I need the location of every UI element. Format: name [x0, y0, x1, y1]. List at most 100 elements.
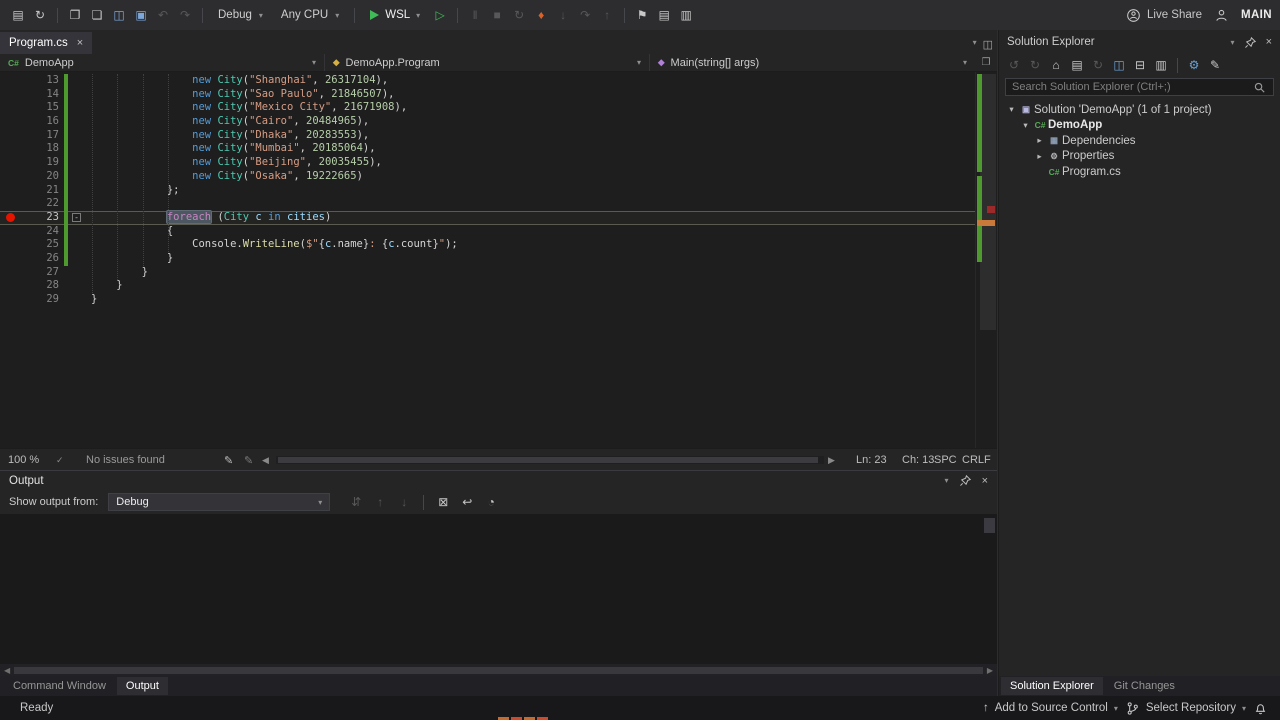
tree-item-dependencies[interactable]: ▸▦Dependencies	[999, 133, 1280, 149]
spaces-indicator[interactable]: SPC	[934, 449, 957, 471]
code-text[interactable]: new City("Cairo", 20484965),	[85, 115, 369, 129]
collapse-all-icon[interactable]: ⊟	[1130, 55, 1150, 75]
panel-tab-command-window[interactable]: Command Window	[4, 677, 115, 695]
window-position-chevron-icon[interactable]: ▾	[1231, 38, 1235, 47]
tab-list-chevron-icon[interactable]: ▾	[973, 38, 977, 51]
autoscroll-icon[interactable]: ◔	[481, 492, 501, 512]
output-hscroll-left-arrow[interactable]: ◀	[4, 666, 10, 675]
panel-tab-git-changes[interactable]: Git Changes	[1105, 677, 1184, 695]
expand-chevron-icon[interactable]: ▾	[1005, 104, 1018, 115]
save-icon[interactable]: ◫	[109, 5, 129, 25]
start-debugging-button[interactable]: WSL ▾	[362, 6, 428, 24]
solution-search-input[interactable]: Search Solution Explorer (Ctrl+;)	[1005, 78, 1274, 96]
clear-all-icon[interactable]: ⊠	[433, 492, 453, 512]
code-line-28[interactable]: 28 }	[0, 279, 975, 293]
expand-chevron-icon[interactable]: ▸	[1033, 151, 1046, 162]
tab-program-cs[interactable]: Program.cs ×	[0, 32, 92, 54]
track-changes-alt-icon[interactable]: ✎	[244, 449, 253, 471]
code-text[interactable]: new City("Mexico City", 21671908),	[85, 101, 407, 115]
properties-icon[interactable]: ⚙	[1184, 55, 1204, 75]
output-hscrollbar[interactable]: ◀ ▶	[0, 664, 997, 676]
document-outline-icon[interactable]: ❐	[975, 54, 997, 71]
hscroll-left-arrow[interactable]: ◀	[262, 449, 269, 471]
line-indicator[interactable]: Ln: 23	[856, 449, 887, 471]
tree-item-program-cs[interactable]: C#Program.cs	[999, 164, 1280, 180]
word-wrap-icon[interactable]: ↩	[457, 492, 477, 512]
switch-views-icon[interactable]: ▤	[1067, 55, 1087, 75]
save-all-icon[interactable]: ▣	[131, 5, 151, 25]
code-text[interactable]: new City("Mumbai", 20185064),	[85, 142, 376, 156]
code-line-13[interactable]: 13 new City("Shanghai", 26317104),	[0, 74, 975, 88]
split-window-icon[interactable]: ◫	[983, 38, 993, 51]
breakpoint-margin[interactable]	[0, 213, 20, 222]
debug-configuration-dropdown[interactable]: Debug ▾	[210, 6, 271, 24]
code-line-18[interactable]: 18 new City("Mumbai", 20185064),	[0, 142, 975, 156]
zoom-control[interactable]: 100 %	[8, 449, 39, 471]
more-commands-icon[interactable]: ▥	[676, 5, 696, 25]
code-line-27[interactable]: 27 }	[0, 266, 975, 280]
output-content[interactable]	[0, 514, 997, 664]
code-line-22[interactable]: 22	[0, 197, 975, 211]
code-line-15[interactable]: 15 new City("Mexico City", 21671908),	[0, 101, 975, 115]
code-text[interactable]: {	[85, 225, 173, 239]
pin-icon[interactable]	[958, 473, 973, 488]
tree-item-demoapp[interactable]: ▾C#DemoApp	[999, 118, 1280, 134]
code-text[interactable]: new City("Sao Paulo", 21846507),	[85, 88, 395, 102]
code-text[interactable]: Console.WriteLine($"{c.name}: {c.count}"…	[85, 238, 458, 252]
hscroll-thumb[interactable]	[278, 457, 818, 463]
collapse-region-icon[interactable]: -	[72, 213, 81, 222]
select-repository-button[interactable]: Select Repository ▾	[1125, 701, 1246, 716]
output-hscroll-thumb[interactable]	[14, 667, 983, 674]
code-editor[interactable]: 13 new City("Shanghai", 26317104),14 new…	[0, 72, 997, 448]
code-text[interactable]: new City("Osaka", 19222665)	[85, 170, 363, 184]
hot-reload-icon[interactable]: ♦	[531, 5, 551, 25]
tree-item-solution-demoapp-1-of-1-project[interactable]: ▾▣Solution 'DemoApp' (1 of 1 project)	[999, 102, 1280, 118]
account-icon[interactable]	[1214, 8, 1229, 23]
member-dropdown[interactable]: ◆ Main(string[] args) ▾	[650, 54, 975, 71]
code-line-16[interactable]: 16 new City("Cairo", 20484965),	[0, 115, 975, 129]
code-line-21[interactable]: 21 };	[0, 184, 975, 198]
code-line-25[interactable]: 25 Console.WriteLine($"{c.name}: {c.coun…	[0, 238, 975, 252]
code-text[interactable]: new City("Dhaka", 20283553),	[85, 129, 369, 143]
code-line-26[interactable]: 26 }	[0, 252, 975, 266]
tree-item-properties[interactable]: ▸⚙Properties	[999, 149, 1280, 165]
document-health-icon[interactable]: ✓	[56, 449, 64, 471]
sync-active-doc-icon[interactable]: ◫	[1109, 55, 1129, 75]
open-file-icon[interactable]: ❏	[87, 5, 107, 25]
output-vscroll-thumb[interactable]	[984, 518, 995, 533]
refresh-icon[interactable]: ↻	[30, 5, 50, 25]
expand-chevron-icon[interactable]: ▸	[1033, 135, 1046, 146]
health-status-text[interactable]: No issues found	[86, 449, 165, 471]
code-line-24[interactable]: 24 {	[0, 225, 975, 239]
overview-ruler-scrollbar[interactable]	[975, 72, 997, 448]
add-to-source-control-button[interactable]: ↑ Add to Source Control ▾	[983, 702, 1118, 714]
code-line-20[interactable]: 20 new City("Osaka", 19222665)	[0, 170, 975, 184]
close-icon[interactable]: ×	[982, 475, 988, 487]
code-line-19[interactable]: 19 new City("Beijing", 20035455),	[0, 156, 975, 170]
code-text[interactable]: }	[85, 293, 97, 307]
column-indicator[interactable]: Ch: 13	[902, 449, 934, 471]
code-line-29[interactable]: 29}	[0, 293, 975, 307]
code-text[interactable]: }	[85, 279, 123, 293]
code-text[interactable]: new City("Shanghai", 26317104),	[85, 74, 388, 88]
project-dropdown[interactable]: C# DemoApp ▾	[0, 54, 325, 71]
output-source-dropdown[interactable]: Debug ▾	[108, 493, 330, 511]
platform-dropdown[interactable]: Any CPU ▾	[273, 6, 347, 24]
bookmark-icon[interactable]: ⚑	[632, 5, 652, 25]
code-text[interactable]: foreach (City c in cities)	[85, 211, 331, 225]
scrollbar-thumb[interactable]	[980, 74, 996, 330]
panel-tab-solution-explorer[interactable]: Solution Explorer	[1001, 677, 1103, 695]
track-changes-icon[interactable]: ✎	[224, 449, 233, 471]
panel-tab-output[interactable]: Output	[117, 677, 168, 695]
preview-selected-icon[interactable]: ✎	[1205, 55, 1225, 75]
branch-name-badge[interactable]: MAIN	[1241, 9, 1272, 21]
close-icon[interactable]: ×	[1266, 36, 1272, 48]
horizontal-scrollbar[interactable]	[276, 456, 824, 464]
hscroll-right-arrow[interactable]: ▶	[828, 449, 835, 471]
task-list-icon[interactable]: ▤	[654, 5, 674, 25]
window-layout-icon[interactable]: ▤	[8, 5, 28, 25]
code-line-17[interactable]: 17 new City("Dhaka", 20283553),	[0, 129, 975, 143]
live-share-button[interactable]: Live Share	[1126, 8, 1202, 23]
breakpoint-icon[interactable]	[6, 213, 15, 222]
code-text[interactable]: new City("Beijing", 20035455),	[85, 156, 382, 170]
